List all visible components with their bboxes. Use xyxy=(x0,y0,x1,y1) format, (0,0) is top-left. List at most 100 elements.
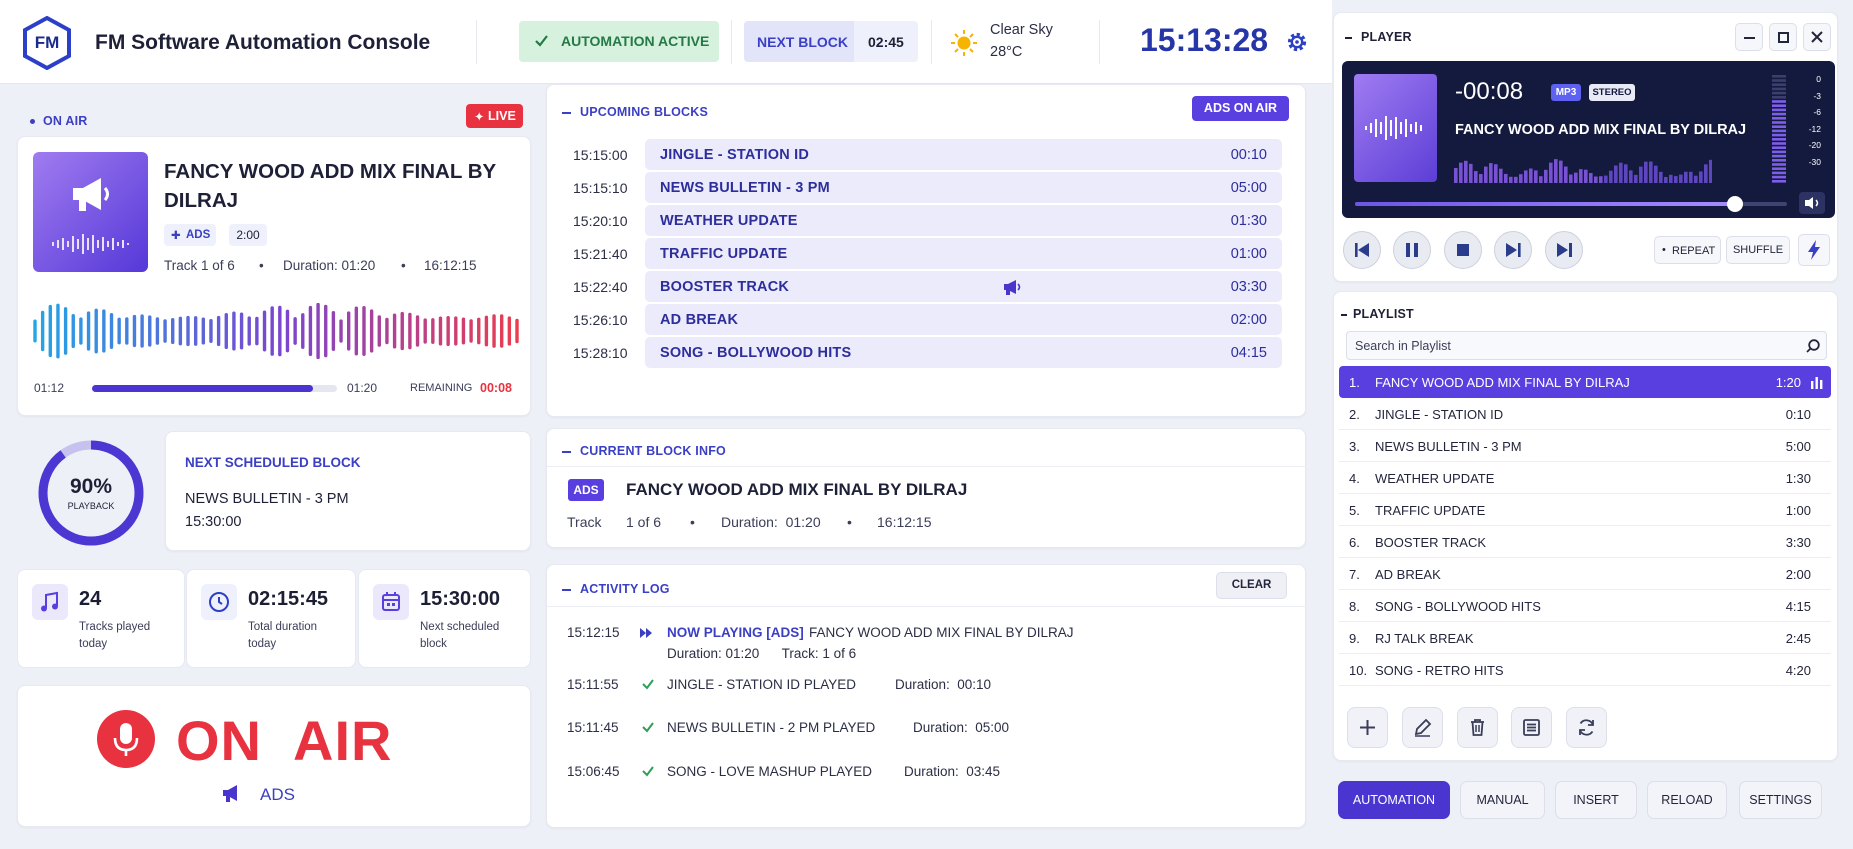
music-note-icon xyxy=(32,584,68,620)
play-forward-icon xyxy=(639,627,653,639)
playlist-item[interactable]: 6. BOOSTER TRACK 3:30 xyxy=(1339,526,1831,558)
playlist-search-input[interactable]: Search in Playlist xyxy=(1346,331,1827,360)
now-playing-title: FANCY WOOD ADD MIX FINAL BY DILRAJ xyxy=(164,160,497,212)
spectrum-bar xyxy=(1519,174,1523,183)
playlist-item[interactable]: 3. NEWS BULLETIN - 3 PM 5:00 xyxy=(1339,430,1831,462)
stop-button[interactable] xyxy=(1444,231,1482,269)
spectrum-bar xyxy=(1564,166,1568,183)
vu-segment xyxy=(1772,171,1786,175)
format-badge: MP3 xyxy=(1551,84,1581,101)
vu-segment xyxy=(1772,150,1786,154)
spectrum-bar xyxy=(1664,176,1668,183)
log-entry: 15:11:45 NEWS BULLETIN - 2 PM PLAYED Dur… xyxy=(567,720,1010,735)
automation-mode-button[interactable]: AUTOMATION xyxy=(1338,781,1450,819)
vu-segment xyxy=(1772,121,1786,124)
top-header: FM FM Software Automation Console AUTOMA… xyxy=(0,0,1332,84)
close-icon[interactable] xyxy=(1803,23,1831,51)
playlist-item[interactable]: 8. SONG - BOLLYWOOD HITS 4:15 xyxy=(1339,590,1831,622)
block-duration: 02:00 xyxy=(1230,312,1267,328)
stat-tracks-played: 24 Tracks played today xyxy=(17,569,185,668)
shuffle-button[interactable]: SHUFFLE xyxy=(1726,236,1790,264)
progress-track[interactable] xyxy=(92,385,337,392)
spectrum-bar xyxy=(1589,173,1593,183)
upcoming-block-row[interactable]: 15:28:10 SONG - BOLLYWOOD HITS 04:15 xyxy=(561,337,1282,368)
playlist-item[interactable]: 2. JINGLE - STATION ID 0:10 xyxy=(1339,398,1831,430)
reload-button[interactable]: RELOAD xyxy=(1647,781,1727,819)
spectrum-bar xyxy=(1689,171,1693,183)
on-air-sign: ON AIR ADS xyxy=(17,685,531,827)
block-name: AD BREAK xyxy=(660,312,739,328)
vu-segment xyxy=(1772,163,1786,166)
spectrum-bar xyxy=(1624,164,1628,183)
upcoming-block-row[interactable]: 15:20:10 WEATHER UPDATE 01:30 xyxy=(561,205,1282,236)
vu-segment xyxy=(1772,112,1786,116)
block-title: FANCY WOOD ADD MIX FINAL BY DILRAJ xyxy=(626,480,968,499)
block-time: 15:15:10 xyxy=(573,180,628,196)
spectrum-bar xyxy=(1709,159,1712,183)
vu-segment xyxy=(1772,87,1786,91)
search-icon[interactable] xyxy=(1805,338,1821,354)
maximize-button[interactable] xyxy=(1769,23,1797,51)
spectrum-analyzer xyxy=(1454,159,1712,183)
delete-button[interactable] xyxy=(1457,707,1498,748)
settings-button[interactable]: SETTINGS xyxy=(1739,781,1822,819)
spectrum-bar xyxy=(1544,169,1548,183)
vu-segment xyxy=(1772,133,1786,137)
vu-segment xyxy=(1772,83,1786,86)
upcoming-block-row[interactable]: 15:21:40 TRAFFIC UPDATE 01:00 xyxy=(561,238,1282,269)
spectrum-bar xyxy=(1614,165,1618,183)
vu-segment xyxy=(1772,146,1786,149)
list-button[interactable] xyxy=(1511,707,1552,748)
clear-log-button[interactable]: CLEAR xyxy=(1216,572,1287,599)
log-entry: 15:11:55 JINGLE - STATION ID PLAYED Dura… xyxy=(567,677,992,692)
playlist-item[interactable]: 7. AD BREAK 2:00 xyxy=(1339,558,1831,590)
gear-icon[interactable] xyxy=(1286,31,1308,53)
next-button[interactable] xyxy=(1545,231,1583,269)
playlist-item[interactable]: 1. FANCY WOOD ADD MIX FINAL BY DILRAJ 1:20 xyxy=(1339,366,1831,398)
add-button[interactable] xyxy=(1347,707,1388,748)
pause-button[interactable] xyxy=(1393,231,1431,269)
repeat-button[interactable]: • REPEAT xyxy=(1654,236,1721,264)
stat-total-duration: 02:15:45 Total duration today xyxy=(186,569,356,668)
volume-icon[interactable] xyxy=(1799,192,1825,214)
check-icon xyxy=(533,32,550,49)
minimize-button[interactable] xyxy=(1735,23,1763,51)
block-duration: 00:10 xyxy=(1230,147,1267,163)
playlist-item[interactable]: 4. WEATHER UPDATE 1:30 xyxy=(1339,462,1831,494)
manual-mode-button[interactable]: MANUAL xyxy=(1460,781,1545,819)
spectrum-bar xyxy=(1514,176,1518,183)
vu-segment xyxy=(1772,167,1786,170)
upcoming-block-row[interactable]: 15:22:40 BOOSTER TRACK 03:30 xyxy=(561,271,1282,302)
spectrum-bar xyxy=(1604,175,1608,183)
block-duration: 01:30 xyxy=(1230,213,1267,229)
edit-button[interactable] xyxy=(1402,707,1443,748)
playlist-item[interactable]: 10. SONG - RETRO HITS 4:20 xyxy=(1339,654,1831,686)
spectrum-bar xyxy=(1674,176,1678,183)
spectrum-bar xyxy=(1559,160,1563,183)
check-icon xyxy=(641,677,655,691)
lightning-icon[interactable] xyxy=(1798,234,1830,266)
spectrum-bar xyxy=(1484,166,1488,183)
vu-segment xyxy=(1772,129,1786,133)
spectrum-bar xyxy=(1634,174,1638,183)
playlist-item[interactable]: 5. TRAFFIC UPDATE 1:00 xyxy=(1339,494,1831,526)
refresh-button[interactable] xyxy=(1566,707,1607,748)
upcoming-block-row[interactable]: 15:26:10 AD BREAK 02:00 xyxy=(561,304,1282,335)
upcoming-block-row[interactable]: 15:15:10 NEWS BULLETIN - 3 PM 05:00 xyxy=(561,172,1282,203)
upcoming-block-row[interactable]: 15:15:00 JINGLE - STATION ID 00:10 xyxy=(561,139,1282,170)
player-title: FANCY WOOD ADD MIX FINAL BY DILRAJ xyxy=(1455,122,1747,138)
fast-forward-button[interactable] xyxy=(1494,231,1532,269)
current-block-card: CURRENT BLOCK INFO ADS FANCY WOOD ADD MI… xyxy=(546,428,1307,548)
playlist-item[interactable]: 9. RJ TALK BREAK 2:45 xyxy=(1339,622,1831,654)
spectrum-bar xyxy=(1499,168,1503,183)
seek-bar[interactable] xyxy=(1355,196,1787,212)
check-icon xyxy=(641,764,655,778)
spectrum-bar xyxy=(1534,170,1538,183)
seek-handle[interactable] xyxy=(1727,196,1744,212)
vu-segment xyxy=(1772,100,1786,103)
previous-button[interactable] xyxy=(1343,231,1381,269)
insert-button[interactable]: INSERT xyxy=(1555,781,1637,819)
log-entry: 15:12:15 NOW PLAYING [ADS] FANCY WOOD AD… xyxy=(567,625,1074,661)
spectrum-bar xyxy=(1649,161,1653,183)
spectrum-bar xyxy=(1539,176,1543,183)
